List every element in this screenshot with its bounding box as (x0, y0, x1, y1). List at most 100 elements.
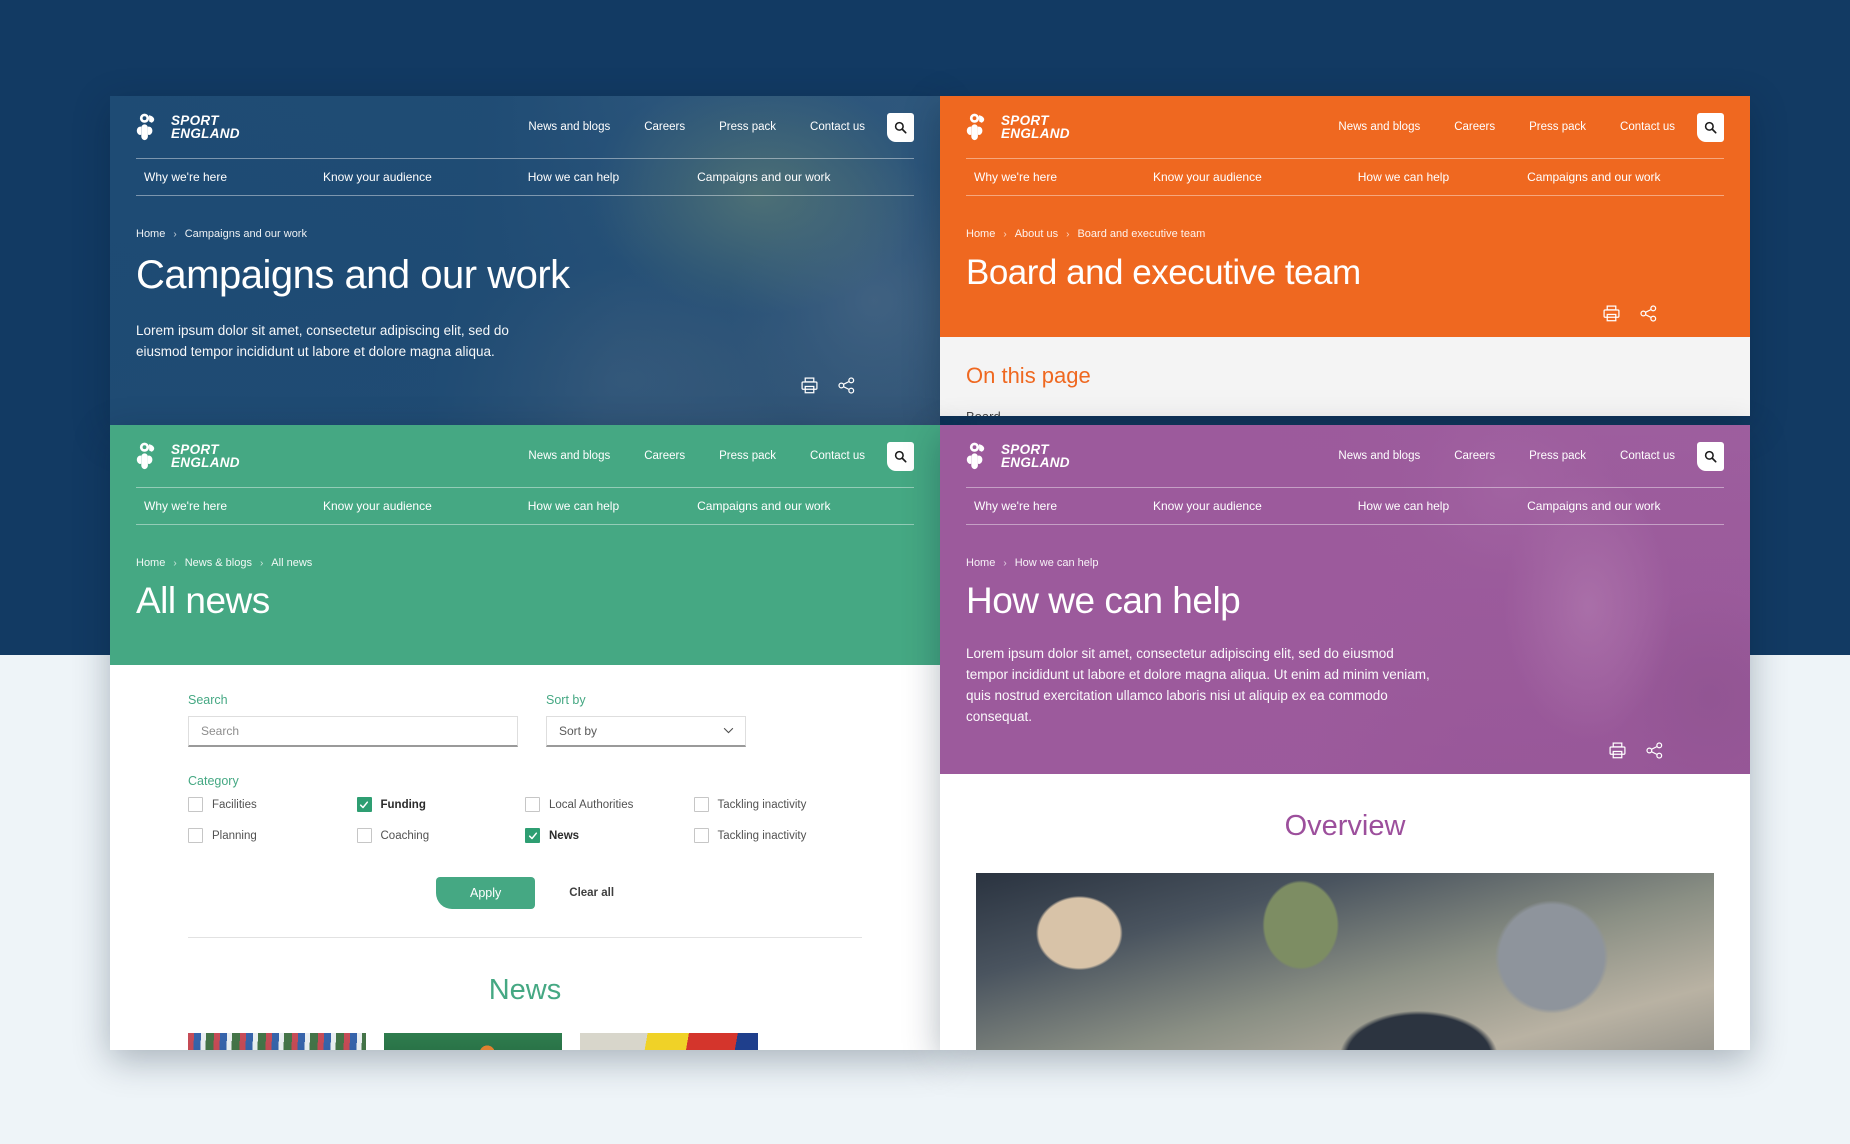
on-this-page-title: On this page (966, 363, 1091, 388)
panel-board-and-executive-team: SPORT ENGLAND News and blogs Careers Pre… (940, 96, 1750, 416)
breadcrumb-item-home[interactable]: Home (136, 557, 165, 569)
breadcrumb-item-current: Campaigns and our work (184, 228, 307, 240)
category-label: Category (188, 774, 239, 788)
sort-label: Sort by (546, 693, 586, 707)
main-nav-item-how-we-can-help[interactable]: How we can help (528, 170, 619, 184)
top-nav-item-careers[interactable]: Careers (1454, 450, 1495, 462)
sport-england-logo-icon (136, 113, 155, 141)
main-nav-item-know-your-audience[interactable]: Know your audience (323, 170, 432, 184)
checkbox-box (525, 797, 540, 812)
breadcrumb-item-news-and-blogs[interactable]: News & blogs (185, 557, 252, 569)
apply-button[interactable]: Apply (435, 877, 536, 909)
main-nav-item-campaigns-and-our-work[interactable]: Campaigns and our work (697, 170, 830, 184)
main-nav-item-why-were-here[interactable]: Why we're here (974, 499, 1057, 513)
top-nav-item-careers[interactable]: Careers (644, 121, 685, 133)
checkbox-box (188, 797, 203, 812)
search-icon (894, 121, 907, 134)
print-icon[interactable] (1608, 741, 1627, 760)
overview-heading: Overview (1284, 810, 1406, 842)
top-nav-item-press-pack[interactable]: Press pack (719, 121, 776, 133)
main-nav-item-know-your-audience[interactable]: Know your audience (323, 499, 432, 513)
breadcrumb-separator-icon: › (1003, 557, 1007, 569)
checkbox-funding[interactable]: Funding (356, 797, 526, 812)
top-nav-item-contact-us[interactable]: Contact us (810, 121, 865, 133)
top-nav-item-news-and-blogs[interactable]: News and blogs (1338, 121, 1420, 133)
main-nav-item-how-we-can-help[interactable]: How we can help (1358, 170, 1449, 184)
section-divider (188, 937, 862, 938)
main-nav: Why we're here Know your audience How we… (136, 158, 914, 196)
top-nav-item-press-pack[interactable]: Press pack (1529, 450, 1586, 462)
print-icon[interactable] (1602, 304, 1621, 323)
breadcrumb-separator-icon: › (173, 228, 177, 240)
sport-england-logo[interactable]: SPORT ENGLAND (966, 442, 1070, 470)
news-card-thumbnail[interactable] (188, 1033, 366, 1050)
news-results-heading: News (488, 974, 562, 1006)
top-nav-item-press-pack[interactable]: Press pack (719, 450, 776, 462)
sport-england-logo[interactable]: SPORT ENGLAND (136, 113, 240, 141)
site-header: SPORT ENGLAND News and blogs Careers Pre… (940, 425, 1750, 525)
logo-wordmark: SPORT ENGLAND (1001, 441, 1070, 470)
news-card-thumbnail[interactable] (580, 1033, 758, 1050)
checkbox-tackling-inactivity-2[interactable]: Tackling inactivity (693, 828, 863, 843)
top-nav-item-press-pack[interactable]: Press pack (1529, 121, 1586, 133)
main-nav-item-how-we-can-help[interactable]: How we can help (1358, 499, 1449, 513)
top-nav-item-contact-us[interactable]: Contact us (810, 450, 865, 462)
top-nav-item-news-and-blogs[interactable]: News and blogs (528, 450, 610, 462)
search-button[interactable] (887, 441, 914, 471)
checkbox-box (188, 828, 203, 843)
top-nav-item-news-and-blogs[interactable]: News and blogs (1338, 450, 1420, 462)
on-this-page-link-board[interactable]: Board (966, 409, 1724, 416)
top-nav-item-careers[interactable]: Careers (644, 450, 685, 462)
breadcrumb-item-home[interactable]: Home (966, 228, 995, 240)
checkbox-news[interactable]: News (525, 828, 694, 843)
main-nav-item-why-were-here[interactable]: Why we're here (144, 499, 227, 513)
main-nav-item-campaigns-and-our-work[interactable]: Campaigns and our work (697, 499, 830, 513)
main-nav: Why we're here Know your audience How we… (966, 158, 1724, 196)
share-icon[interactable] (837, 376, 856, 395)
search-input[interactable] (188, 716, 518, 747)
top-nav-item-contact-us[interactable]: Contact us (1620, 121, 1675, 133)
breadcrumb-item-about-us[interactable]: About us (1015, 228, 1058, 240)
panel-how-we-can-help: SPORT ENGLAND News and blogs Careers Pre… (940, 425, 1750, 1050)
sport-england-logo[interactable]: SPORT ENGLAND (136, 442, 240, 470)
sort-select[interactable]: Sort by (546, 716, 746, 747)
top-nav-item-news-and-blogs[interactable]: News and blogs (528, 121, 610, 133)
breadcrumb: Home › News & blogs › All news (136, 525, 914, 569)
checkbox-tackling-inactivity-1[interactable]: Tackling inactivity (693, 797, 863, 812)
checkbox-coaching[interactable]: Coaching (356, 828, 526, 843)
main-nav-item-why-were-here[interactable]: Why we're here (974, 170, 1057, 184)
search-button[interactable] (887, 112, 914, 142)
print-icon[interactable] (800, 376, 819, 395)
page-title: Campaigns and our work (136, 253, 570, 297)
share-icon[interactable] (1639, 304, 1658, 323)
search-icon (1704, 121, 1717, 134)
breadcrumb-separator-icon: › (173, 557, 177, 569)
page-actions (966, 741, 1664, 774)
checkbox-planning[interactable]: Planning (188, 828, 357, 843)
sport-england-logo-icon (966, 442, 985, 470)
main-nav-item-know-your-audience[interactable]: Know your audience (1153, 499, 1262, 513)
top-nav-item-careers[interactable]: Careers (1454, 121, 1495, 133)
search-button[interactable] (1697, 112, 1724, 142)
check-icon (359, 800, 369, 808)
top-nav-item-contact-us[interactable]: Contact us (1620, 450, 1675, 462)
main-nav-item-campaigns-and-our-work[interactable]: Campaigns and our work (1527, 170, 1660, 184)
sport-england-logo[interactable]: SPORT ENGLAND (966, 113, 1070, 141)
checkbox-facilities[interactable]: Facilities (188, 797, 357, 812)
news-card-thumbnail[interactable] (384, 1033, 562, 1050)
category-checkbox-grid: Facilities Funding Local Authorities Tac… (188, 797, 862, 843)
breadcrumb-item-home[interactable]: Home (966, 557, 995, 569)
sort-select-value: Sort by (559, 724, 598, 738)
search-button[interactable] (1697, 441, 1724, 471)
main-nav: Why we're here Know your audience How we… (966, 487, 1724, 525)
clear-all-link[interactable]: Clear all (569, 887, 614, 899)
breadcrumb-item-home[interactable]: Home (136, 228, 165, 240)
main-nav-item-why-were-here[interactable]: Why we're here (144, 170, 227, 184)
news-filters: Search Sort by Sort by Category Faci (110, 665, 940, 1007)
checkbox-local-authorities[interactable]: Local Authorities (525, 797, 694, 812)
share-icon[interactable] (1645, 741, 1664, 760)
main-nav-item-campaigns-and-our-work[interactable]: Campaigns and our work (1527, 499, 1660, 513)
main-nav-item-know-your-audience[interactable]: Know your audience (1153, 170, 1262, 184)
main-nav-item-how-we-can-help[interactable]: How we can help (528, 499, 619, 513)
site-header: SPORT ENGLAND News and blogs Careers Pre… (940, 96, 1750, 196)
